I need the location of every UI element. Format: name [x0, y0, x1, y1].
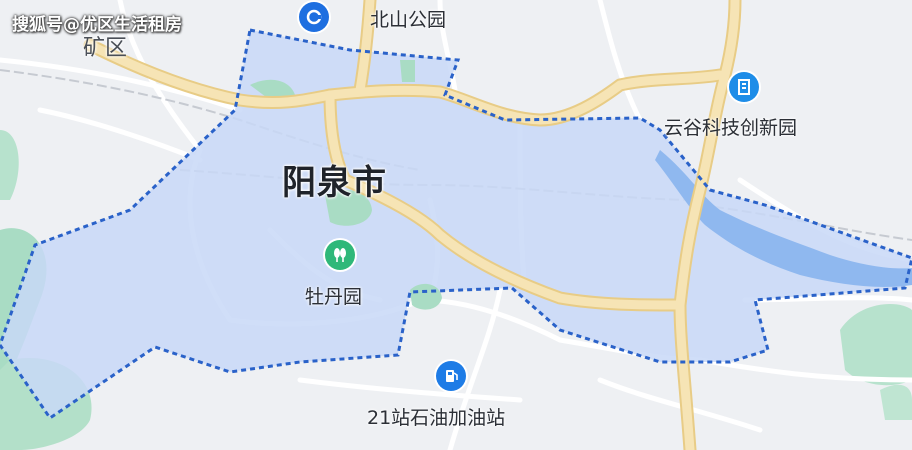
district-label: 矿区 [83, 36, 128, 61]
poi-label-north-park[interactable]: 北山公园 [370, 5, 446, 32]
map-view[interactable]: 搜狐号@优区生活租房 矿区 北山公园 云谷科技创新园 阳泉市 牡丹园 21站石油… [0, 0, 912, 450]
green-area-southeast [880, 384, 912, 420]
fuel-icon[interactable] [436, 361, 466, 391]
park-north-small [400, 60, 415, 82]
fuel-glyph [446, 370, 458, 382]
building-glyph [738, 79, 750, 95]
building-icon[interactable] [729, 72, 759, 102]
subway-glyph [306, 9, 322, 25]
poi-label-gas-station[interactable]: 21站石油加油站 [367, 403, 505, 430]
city-label: 阳泉市 [282, 163, 387, 203]
subway-icon[interactable] [299, 2, 329, 32]
poi-label-peony-garden[interactable]: 牡丹园 [305, 282, 362, 309]
tree-glyph [334, 248, 346, 262]
poi-label-tech-park[interactable]: 云谷科技创新园 [664, 113, 797, 140]
park-tree-icon[interactable] [325, 240, 355, 270]
